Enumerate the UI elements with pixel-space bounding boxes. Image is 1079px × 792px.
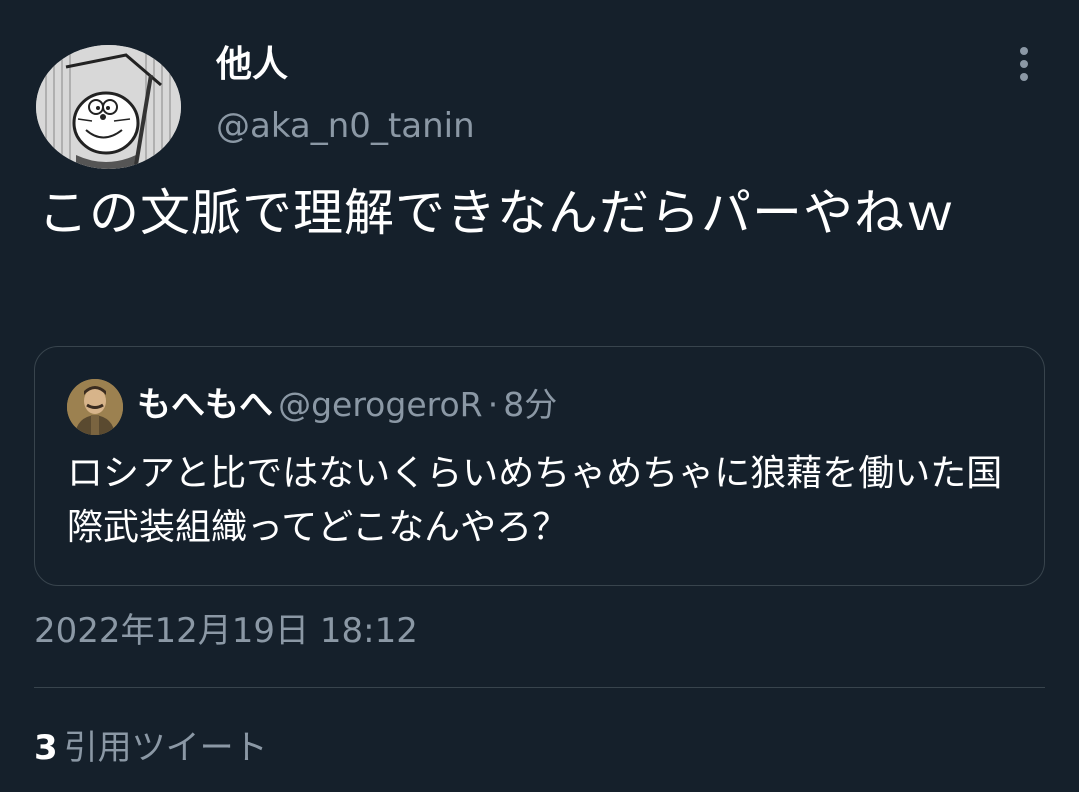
manga-avatar-image [36, 45, 181, 169]
quoted-separator: · [487, 385, 499, 424]
quote-tweet-label: 引用ツイート [63, 728, 268, 768]
quoted-display-name[interactable]: もへもへ [137, 385, 273, 425]
author-avatar[interactable] [36, 45, 181, 169]
quote-tweets-link[interactable]: 3 引用ツイート [34, 722, 268, 780]
author-display-name[interactable]: 他人 [216, 40, 288, 90]
quoted-tweet-text: ロシアと比ではないくらいめちゃめちゃに狼藉を働いた国際武装組織ってどこなんやろ？ [67, 453, 1003, 548]
author-handle[interactable]: @aka_n0_tanin [216, 104, 475, 148]
quoted-author-avatar[interactable] [67, 379, 123, 435]
divider [34, 687, 1045, 688]
quoted-time[interactable]: 8分 [503, 385, 557, 424]
portrait-avatar-image [67, 379, 123, 435]
tweet-text: この文脈で理解できなんだらパーやねｗ [38, 184, 956, 242]
more-vertical-icon [1020, 47, 1028, 81]
quoted-tweet-card[interactable]: もへもへ @gerogeroR · 8分 ロシアと比ではないくらいめちゃめちゃに… [34, 346, 1045, 586]
quote-tweet-count: 3 [34, 728, 58, 768]
quoted-tweet-header: もへもへ @gerogeroR · 8分 [137, 383, 557, 433]
more-options-button[interactable] [1008, 44, 1040, 84]
tweet-timestamp[interactable]: 2022年12月19日 18:12 [34, 606, 418, 656]
quoted-handle[interactable]: @gerogeroR [278, 385, 483, 424]
